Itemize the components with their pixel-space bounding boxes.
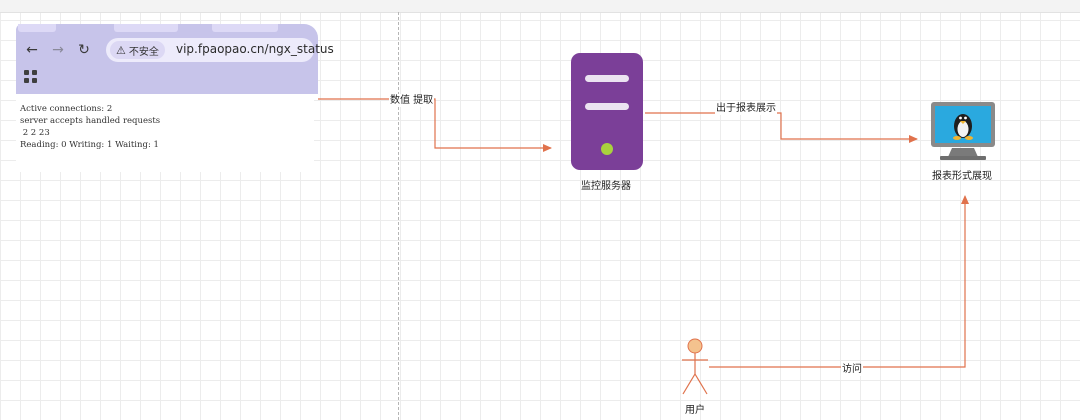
browser-tab-strip [16,24,318,34]
tab-stub [18,24,56,32]
server-slot [585,75,629,82]
browser-screenshot: ← → ↻ ⚠ 不安全 vip.fpaopao.cn/ngx_status Ac… [16,24,334,172]
status-line: Active connections: 2 [20,104,113,114]
back-arrow-icon[interactable]: ← [22,40,42,60]
forward-arrow-icon[interactable]: → [48,40,68,60]
tab-stub [212,24,278,32]
edge-label-extract: 数值 提取 [389,94,435,107]
status-line: Reading: 0 Writing: 1 Waiting: 1 [20,140,159,150]
server-slot [585,103,629,110]
display-label: 报表形式展现 [932,171,992,182]
reload-icon[interactable]: ↻ [74,40,94,60]
server-status-led [601,143,613,155]
security-chip[interactable]: ⚠ 不安全 [110,41,165,59]
apps-grid-icon[interactable] [24,70,38,84]
tab-stub [114,24,178,32]
user-icon [682,338,708,395]
edge-label-visit: 访问 [841,363,863,376]
url-text[interactable]: vip.fpaopao.cn/ngx_status [176,42,334,56]
server-icon [571,53,643,170]
status-line: 2 2 23 [20,128,50,138]
edge-extract [318,98,552,152]
edge-report [645,112,918,143]
linux-monitor-icon [931,102,995,160]
nginx-status-text: Active connections: 2 server accepts han… [20,103,160,151]
page-content: Active connections: 2 server accepts han… [16,94,314,172]
warning-icon: ⚠ [116,43,126,57]
diagram-canvas: ← → ↻ ⚠ 不安全 vip.fpaopao.cn/ngx_status Ac… [0,0,1080,420]
user-label: 用户 [685,405,705,416]
status-line: server accepts handled requests [20,116,161,126]
address-bar[interactable]: ⚠ 不安全 vip.fpaopao.cn/ngx_status [106,38,334,62]
security-label: 不安全 [128,46,159,58]
edge-label-report: 出于报表展示 [715,102,777,115]
browser-toolbar: ← → ↻ ⚠ 不安全 vip.fpaopao.cn/ngx_status [16,24,334,94]
server-label: 监控服务器 [581,181,631,192]
edge-visit [709,195,969,368]
